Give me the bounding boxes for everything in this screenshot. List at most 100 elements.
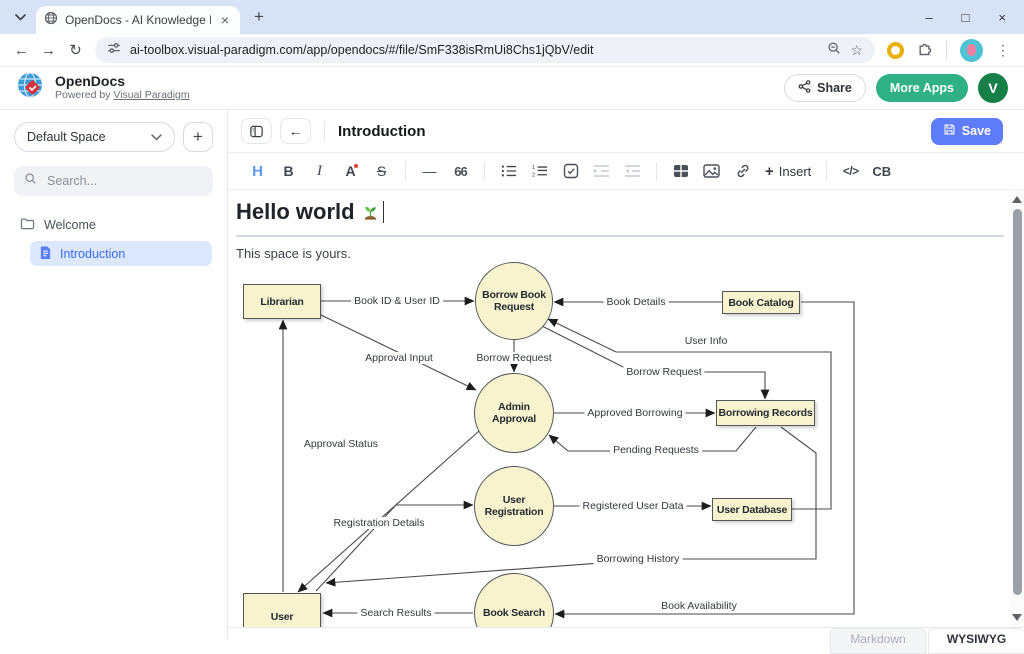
edge-label: Approval Input xyxy=(362,352,436,364)
edge-label: Borrow Request xyxy=(473,352,554,364)
diagram-node-user-registration: User Registration xyxy=(474,466,554,546)
space-selector[interactable]: Default Space xyxy=(14,122,175,152)
tab-title: OpenDocs - AI Knowledge Base xyxy=(65,13,211,27)
sidebar-item-introduction[interactable]: Introduction xyxy=(30,241,212,266)
image-button[interactable] xyxy=(696,153,727,189)
editor-toolbar: H B I A S — 66 12 xyxy=(228,152,1024,190)
diagram-node-user-database: User Database xyxy=(712,498,792,521)
italic-button[interactable]: I xyxy=(304,153,335,189)
svg-text:1: 1 xyxy=(532,165,535,171)
chevron-down-icon xyxy=(151,130,162,144)
outdent-button[interactable] xyxy=(617,153,648,189)
scroll-up-arrow[interactable] xyxy=(1012,196,1022,203)
horizontal-rule-button[interactable]: — xyxy=(414,153,445,189)
numbered-list-button[interactable]: 12 xyxy=(524,153,555,189)
save-floppy-icon xyxy=(943,123,956,139)
wysiwyg-mode-tab[interactable]: WYSIWYG xyxy=(928,628,1024,654)
checkbox-list-button[interactable] xyxy=(555,153,586,189)
app-title: OpenDocs xyxy=(55,74,190,88)
sidebar-item-welcome[interactable]: Welcome xyxy=(14,214,213,236)
diagram-node-librarian: Librarian xyxy=(243,284,321,319)
edge-label: Book Availability xyxy=(658,600,740,612)
dfd-diagram[interactable]: Book ID & User IDBook DetailsUser InfoBo… xyxy=(236,263,1024,627)
new-tab-button[interactable]: + xyxy=(254,7,264,27)
divider xyxy=(405,162,406,180)
heading-button[interactable]: H xyxy=(242,153,273,189)
toggle-sidebar-button[interactable] xyxy=(241,118,272,144)
diagram-node-user: User xyxy=(243,593,321,627)
table-button[interactable] xyxy=(665,153,696,189)
indent-button[interactable] xyxy=(586,153,617,189)
diagram-node-book-catalog: Book Catalog xyxy=(722,291,800,314)
url-text[interactable]: ai-toolbox.visual-paradigm.com/app/opend… xyxy=(130,43,818,57)
diagram-edge xyxy=(298,431,479,592)
reload-button[interactable]: ↻ xyxy=(62,41,89,59)
editor-canvas[interactable]: Hello world This space is yours. Book ID… xyxy=(228,190,1024,627)
edge-label: Borrow Request xyxy=(623,366,704,378)
browser-profile-avatar[interactable] xyxy=(960,39,983,62)
url-bar[interactable]: ai-toolbox.visual-paradigm.com/app/opend… xyxy=(95,37,875,63)
edge-label: Approved Borrowing xyxy=(584,407,685,419)
share-button[interactable]: Share xyxy=(784,74,866,102)
window-minimize-button[interactable]: – xyxy=(925,10,932,25)
window-close-button[interactable]: × xyxy=(998,10,1006,25)
inline-code-button[interactable]: </> xyxy=(835,153,866,189)
code-block-button[interactable]: CB xyxy=(866,153,897,189)
sidebar: Default Space + Welcome xyxy=(0,110,228,640)
editor-scrollbar[interactable] xyxy=(1010,190,1024,627)
site-settings-tune-icon[interactable] xyxy=(107,41,121,60)
mode-switch-bar: Markdown WYSIWYG xyxy=(228,627,1024,640)
edge-label: Search Results xyxy=(357,607,434,619)
search-icon xyxy=(24,172,37,190)
blockquote-button[interactable]: 66 xyxy=(445,153,476,189)
more-apps-button[interactable]: More Apps xyxy=(876,74,968,102)
diagram-node-borrow-book-request: Borrow Book Request xyxy=(475,262,553,340)
insert-button[interactable]: +Insert xyxy=(758,153,818,189)
back-button[interactable]: ← xyxy=(8,42,35,59)
browser-tab[interactable]: OpenDocs - AI Knowledge Base × xyxy=(36,6,240,34)
bullet-list-button[interactable] xyxy=(493,153,524,189)
edge-label: Approval Status xyxy=(301,438,381,450)
doc-paragraph[interactable]: This space is yours. xyxy=(236,246,1004,262)
diagram-node-admin-approval: Admin Approval xyxy=(474,373,554,453)
font-color-button[interactable]: A xyxy=(335,153,366,189)
markdown-mode-tab[interactable]: Markdown xyxy=(830,628,926,654)
divider xyxy=(826,162,827,180)
text-cursor xyxy=(383,201,385,223)
bold-button[interactable]: B xyxy=(273,153,304,189)
edge-label: Registered User Data xyxy=(580,500,687,512)
zoom-out-magnifier-icon[interactable] xyxy=(827,41,841,60)
divider xyxy=(946,41,947,59)
extensions-puzzle-icon[interactable] xyxy=(917,40,933,61)
browser-navbar: ← → ↻ ai-toolbox.visual-paradigm.com/app… xyxy=(0,34,1024,67)
extension-ring-icon[interactable] xyxy=(887,42,904,59)
add-space-button[interactable]: + xyxy=(183,122,213,152)
tab-close-icon[interactable]: × xyxy=(218,12,232,28)
browser-titlebar: OpenDocs - AI Knowledge Base × + – □ × xyxy=(0,0,1024,34)
save-button[interactable]: Save xyxy=(931,118,1003,145)
edge-label: Book Details xyxy=(604,296,669,308)
doc-heading[interactable]: Hello world xyxy=(236,200,1004,237)
forward-button[interactable]: → xyxy=(35,42,62,59)
visual-paradigm-link[interactable]: Visual Paradigm xyxy=(113,89,189,101)
folder-icon xyxy=(20,217,35,233)
user-avatar[interactable]: V xyxy=(978,73,1008,103)
bookmark-star-icon[interactable]: ☆ xyxy=(850,42,863,59)
document-icon xyxy=(39,245,52,263)
tab-list-chevron-icon[interactable] xyxy=(8,5,32,29)
scrollbar-thumb[interactable] xyxy=(1013,209,1022,595)
strikethrough-button[interactable]: S xyxy=(366,153,397,189)
search-box[interactable] xyxy=(14,166,213,196)
search-input[interactable] xyxy=(45,173,185,189)
scroll-down-arrow[interactable] xyxy=(1012,614,1022,621)
browser-menu-icon[interactable]: ⋮ xyxy=(996,42,1010,59)
diagram-node-borrowing-records: Borrowing Records xyxy=(716,400,815,426)
window-maximize-button[interactable]: □ xyxy=(962,10,970,25)
back-page-button[interactable]: ← xyxy=(280,118,311,144)
edge-label: Registration Details xyxy=(330,517,427,529)
edge-label: User Info xyxy=(682,335,731,347)
edge-label: Pending Requests xyxy=(610,444,702,456)
link-button[interactable] xyxy=(727,153,758,189)
sidebar-item-label: Introduction xyxy=(60,247,125,261)
divider xyxy=(324,121,325,141)
